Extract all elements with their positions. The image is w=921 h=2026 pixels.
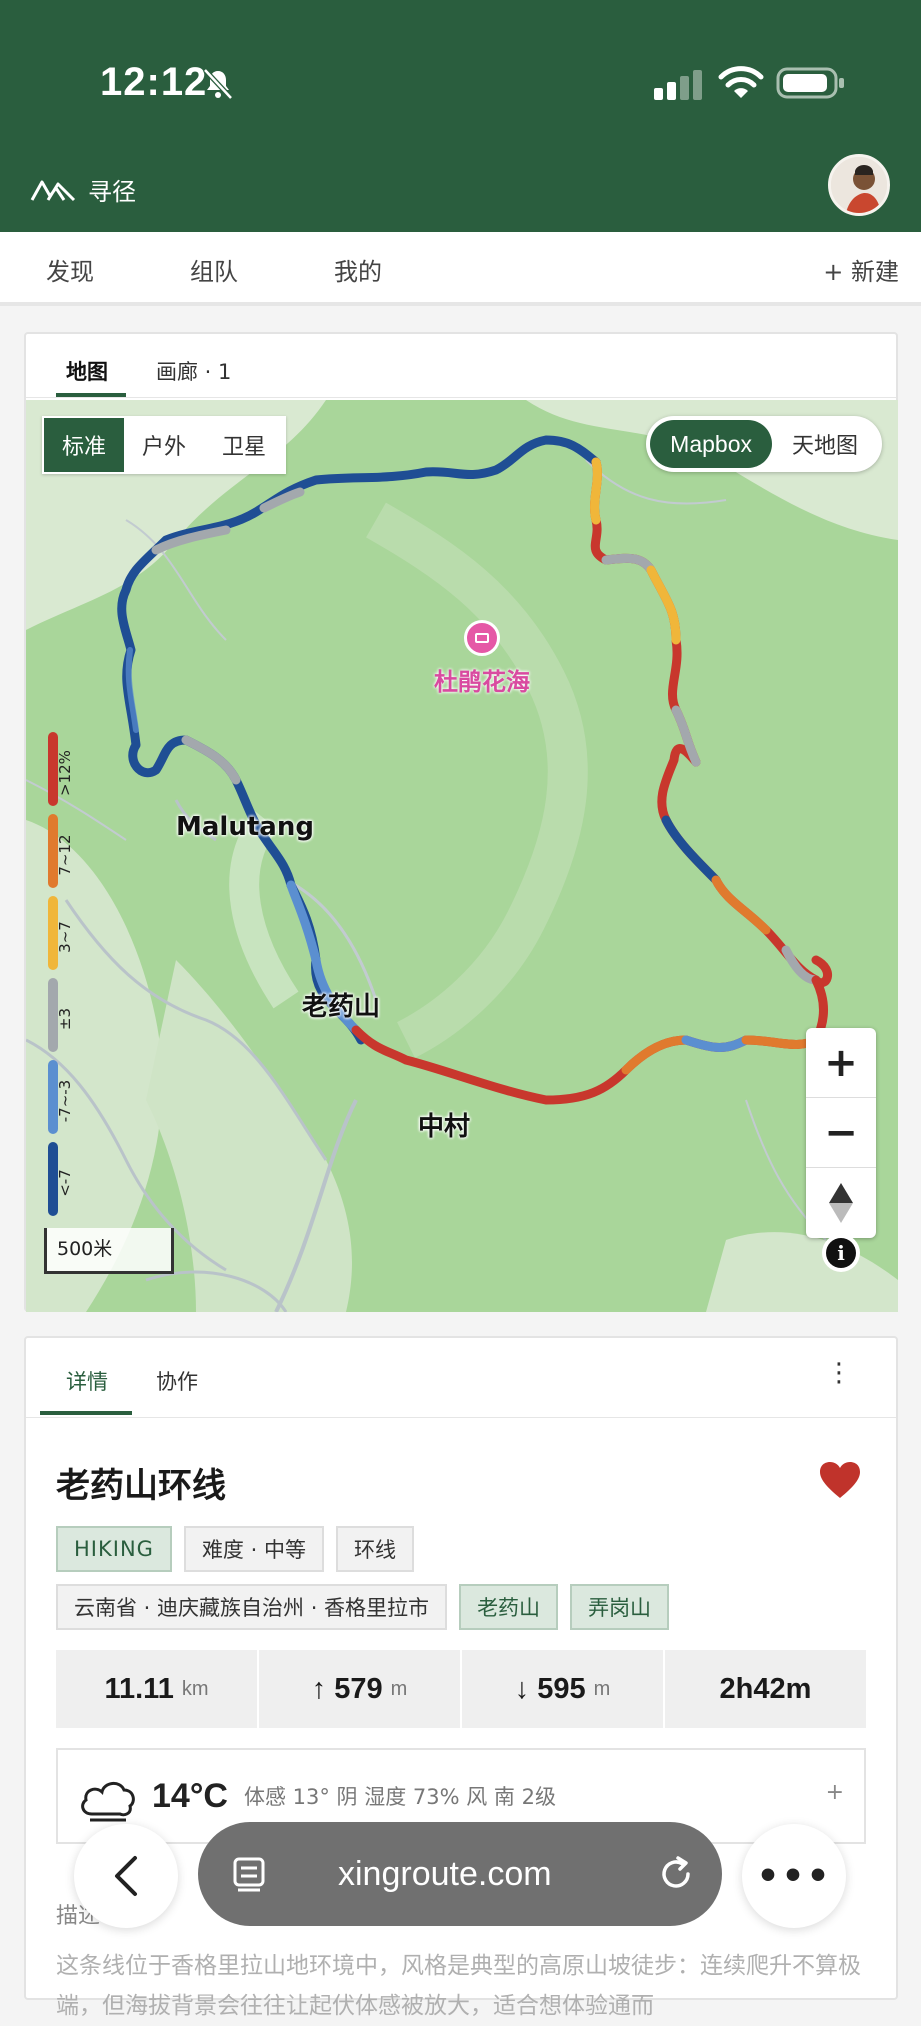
info-icon: i: [826, 1238, 856, 1268]
zoom-out-button[interactable]: −: [806, 1098, 876, 1168]
map-tabs: 地图 画廊 · 1: [26, 334, 896, 398]
bell-muted-icon: [203, 68, 233, 100]
zoom-in-button[interactable]: +: [806, 1028, 876, 1098]
tag-row-2: 云南省 · 迪庆藏族自治州 · 香格里拉市 老药山 弄岗山: [56, 1584, 876, 1630]
provider-mapbox[interactable]: Mapbox: [650, 420, 772, 468]
reload-icon[interactable]: [656, 1854, 696, 1894]
tag-activity[interactable]: HIKING: [56, 1526, 172, 1572]
route-map[interactable]: 标准 户外 卫星 Mapbox 天地图 杜鹃花海 Malutang 老药山 中村…: [26, 400, 898, 1312]
legend-label: 3~7: [56, 921, 74, 953]
map-canvas: [26, 400, 898, 1312]
legend-label: -7~-3: [56, 1079, 74, 1123]
nav-mine[interactable]: 我的: [334, 252, 382, 287]
map-scale: 500米: [44, 1228, 174, 1274]
tab-underline: [40, 1411, 132, 1415]
more-menu-icon[interactable]: ⋮: [826, 1358, 852, 1388]
chevron-left-icon: [115, 1856, 137, 1896]
nav-discover[interactable]: 发现: [46, 252, 94, 287]
style-standard[interactable]: 标准: [44, 418, 125, 472]
poi-marker[interactable]: 杜鹃花海: [434, 620, 530, 697]
route-stats: 11.11 km ↑ 579 m ↓ 595 m 2h42m: [56, 1650, 866, 1728]
map-provider-toggle: Mapbox 天地图: [646, 416, 882, 472]
url-text: xingroute.com: [338, 1854, 552, 1893]
nav-team[interactable]: 组队: [190, 252, 238, 287]
mountain-logo-icon: [30, 180, 76, 201]
tab-detail[interactable]: 详情: [66, 1366, 108, 1396]
tag-row-1: HIKING 难度 · 中等 环线: [56, 1526, 876, 1572]
description-text: 这条线位于香格里拉山地环境中，风格是典型的高原山坡徒步：连续爬升不算极端，但海拔…: [56, 1953, 861, 2019]
stat-ascent: ↑ 579 m: [259, 1650, 462, 1728]
tab-collab[interactable]: 协作: [156, 1366, 198, 1396]
stat-distance: 11.11 km: [56, 1650, 259, 1728]
map-label-zhongcun: 中村: [418, 1112, 471, 1142]
tag-route-type[interactable]: 环线: [335, 1526, 414, 1572]
map-label-malutang: Malutang: [176, 812, 314, 842]
tab-switcher-icon[interactable]: [230, 1854, 270, 1894]
zoom-controls: + −: [806, 1028, 876, 1238]
camera-icon: [464, 620, 500, 656]
style-satellite[interactable]: 卫星: [204, 418, 284, 472]
compass-button[interactable]: [806, 1168, 876, 1238]
browser-toolbar: xingroute.com •••: [0, 1800, 921, 1950]
tab-gallery[interactable]: 画廊 · 1: [156, 356, 231, 386]
stat-descent: ↓ 595 m: [462, 1650, 665, 1728]
tag-difficulty[interactable]: 难度 · 中等: [183, 1526, 324, 1572]
app-header: 12:12 寻径: [0, 0, 921, 232]
user-avatar-icon: [831, 157, 887, 213]
tab-map[interactable]: 地图: [66, 356, 108, 386]
map-card: 地图 画廊 · 1 标准 户外 卫星 Mapbox 天地图 杜鹃花海 Malut…: [24, 332, 898, 1312]
style-outdoor[interactable]: 户外: [124, 418, 204, 472]
main-nav: 发现 组队 我的 + 新建: [0, 232, 921, 306]
cellular-signal-icon: [654, 70, 702, 100]
new-button[interactable]: + 新建: [823, 252, 899, 287]
legend-label: <-7: [56, 1169, 74, 1197]
map-label-laoyaoshan: 老药山: [302, 992, 381, 1022]
avatar[interactable]: [828, 154, 890, 216]
tag-peak[interactable]: 弄岗山: [570, 1584, 670, 1630]
tag-region[interactable]: 云南省 · 迪庆藏族自治州 · 香格里拉市: [56, 1584, 448, 1630]
brand-name: 寻径: [88, 178, 136, 206]
legend-label: ±3: [56, 1007, 74, 1031]
provider-tianditu[interactable]: 天地图: [772, 420, 878, 468]
route-title: 老药山环线: [56, 1466, 226, 1506]
info-button[interactable]: i: [822, 1234, 860, 1272]
legend-label: >12%: [56, 750, 74, 796]
tag-peak[interactable]: 老药山: [459, 1584, 559, 1630]
detail-tabs: 详情 协作 ⋮: [26, 1338, 896, 1418]
address-bar[interactable]: xingroute.com: [198, 1822, 722, 1926]
map-style-toggle: 标准 户外 卫星: [42, 416, 287, 474]
legend-label: 7~12: [56, 834, 74, 876]
compass-icon: [829, 1183, 853, 1223]
heart-icon[interactable]: [818, 1460, 862, 1500]
browser-more-button[interactable]: •••: [742, 1824, 846, 1928]
poi-label: 杜鹃花海: [434, 668, 530, 696]
back-button[interactable]: [74, 1824, 178, 1928]
tab-underline: [56, 393, 126, 397]
wifi-icon: [718, 66, 764, 98]
status-time: 12:12: [100, 60, 208, 104]
brand[interactable]: 寻径: [30, 172, 136, 207]
battery-icon: [776, 67, 844, 99]
stat-duration: 2h42m: [719, 1672, 812, 1705]
